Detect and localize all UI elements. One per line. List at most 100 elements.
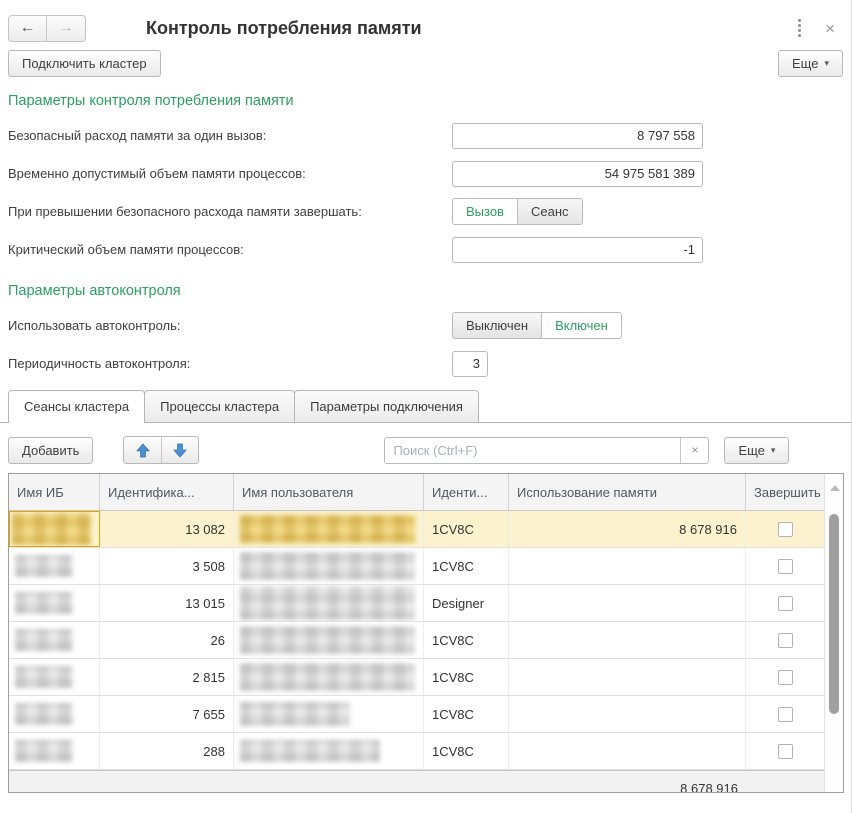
table-row[interactable]: 13 082 1CV8C 8 678 916 [9, 511, 825, 548]
title-bar: ← → Контроль потребления памяти × [0, 0, 851, 48]
memory-usage-cell [509, 585, 746, 621]
terminate-checkbox[interactable] [778, 744, 793, 759]
terminate-checkbox[interactable] [778, 670, 793, 685]
section-title-autocontrol: Параметры автоконтроля [0, 274, 851, 301]
tab-bar: Сеансы кластера Процессы кластера Параме… [0, 390, 851, 423]
terminate-toggle: Вызов Сеанс [452, 198, 583, 225]
redacted-user-name [240, 702, 350, 726]
session-id-cell: 7 655 [100, 696, 234, 732]
redacted-infobase-name [15, 703, 73, 725]
add-button[interactable]: Добавить [8, 437, 93, 464]
terminate-checkbox[interactable] [778, 596, 793, 611]
sessions-table: Имя ИБ Идентифика... Имя пользователя Ид… [8, 473, 844, 793]
col-header-infobase[interactable]: Имя ИБ [9, 474, 100, 510]
terminate-option-session[interactable]: Сеанс [517, 199, 582, 224]
connect-cluster-button[interactable]: Подключить кластер [8, 50, 161, 77]
autocontrol-option-on[interactable]: Включен [541, 313, 621, 338]
session-id-cell: 13 015 [100, 585, 234, 621]
scroll-up-icon[interactable] [830, 485, 840, 491]
tab-cluster-sessions[interactable]: Сеансы кластера [8, 390, 145, 423]
app-id-cell: 1CV8C [424, 696, 509, 732]
terminate-checkbox[interactable] [778, 707, 793, 722]
app-id-cell: 1CV8C [424, 511, 509, 547]
period-label: Периодичность автоконтроля: [8, 356, 452, 371]
search-input[interactable] [385, 438, 680, 463]
session-id-cell: 288 [100, 733, 234, 769]
redacted-infobase-name [15, 592, 73, 614]
redacted-user-name [240, 515, 415, 543]
arrow-up-icon [136, 443, 150, 458]
autocontrol-label: Использовать автоконтроль: [8, 318, 452, 333]
autocontrol-option-off[interactable]: Выключен [453, 313, 541, 338]
table-footer-row: 8 678 916 [9, 770, 825, 793]
col-header-session-id[interactable]: Идентифика... [100, 474, 234, 510]
redacted-infobase-name [15, 666, 73, 688]
move-down-button[interactable] [161, 437, 198, 463]
memory-usage-cell [509, 622, 746, 658]
table-row[interactable]: 7 655 1CV8C [9, 696, 825, 733]
app-id-cell: 1CV8C [424, 733, 509, 769]
col-header-user-name[interactable]: Имя пользователя [234, 474, 424, 510]
critical-input[interactable] [452, 237, 703, 263]
tab-cluster-processes[interactable]: Процессы кластера [144, 390, 295, 422]
redacted-user-name [240, 663, 415, 691]
session-id-cell: 2 815 [100, 659, 234, 695]
table-row[interactable]: 288 1CV8C [9, 733, 825, 770]
critical-label: Критический объем памяти процессов: [8, 242, 452, 257]
app-id-cell: 1CV8C [424, 548, 509, 584]
command-bar: Подключить кластер Еще▾ [0, 48, 851, 84]
redacted-infobase-name [15, 555, 73, 577]
redacted-user-name [240, 626, 415, 654]
app-id-cell: 1CV8C [424, 622, 509, 658]
chevron-down-icon: ▾ [771, 446, 776, 455]
redacted-infobase-name [12, 513, 91, 545]
redacted-user-name [240, 740, 380, 762]
move-up-button[interactable] [124, 437, 161, 463]
col-header-connection-id[interactable]: Иденти... [424, 474, 509, 510]
tab-connection-params[interactable]: Параметры подключения [294, 390, 479, 422]
window-more-icon[interactable] [796, 17, 803, 39]
col-header-memory-usage[interactable]: Использование памяти [509, 474, 746, 510]
search-box: × [384, 437, 709, 464]
temp-allowed-input[interactable] [452, 161, 703, 187]
chevron-down-icon: ▾ [824, 59, 829, 68]
forward-arrow-icon: → [58, 19, 74, 37]
memory-usage-cell [509, 696, 746, 732]
back-button[interactable]: ← [9, 16, 47, 41]
redacted-infobase-name [15, 629, 73, 651]
table-more-button[interactable]: Еще▾ [724, 437, 789, 464]
safe-call-label: Безопасный расход памяти за один вызов: [8, 128, 452, 143]
section-title-consumption: Параметры контроля потребления памяти [0, 84, 851, 111]
table-header-row: Имя ИБ Идентифика... Имя пользователя Ид… [9, 474, 825, 511]
memory-control-window: ← → Контроль потребления памяти × Подклю… [0, 0, 852, 813]
safe-call-input[interactable] [452, 123, 703, 149]
autocontrol-toggle: Выключен Включен [452, 312, 622, 339]
terminate-checkbox[interactable] [778, 522, 793, 537]
table-row[interactable]: 2 815 1CV8C [9, 659, 825, 696]
redacted-user-name [240, 586, 415, 620]
memory-usage-cell: 8 678 916 [509, 511, 746, 547]
form-more-button[interactable]: Еще▾ [778, 50, 843, 77]
temp-allowed-label: Временно допустимый объем памяти процесс… [8, 166, 452, 181]
session-id-cell: 13 082 [100, 511, 234, 547]
col-header-terminate[interactable]: Завершить [746, 474, 825, 510]
terminate-option-call[interactable]: Вызов [453, 199, 517, 224]
table-row[interactable]: 3 508 1CV8C [9, 548, 825, 585]
terminate-checkbox[interactable] [778, 559, 793, 574]
terminate-checkbox[interactable] [778, 633, 793, 648]
search-clear-icon[interactable]: × [680, 438, 708, 463]
session-id-cell: 3 508 [100, 548, 234, 584]
table-row[interactable]: 26 1CV8C [9, 622, 825, 659]
scrollbar-thumb[interactable] [829, 514, 839, 714]
back-arrow-icon: ← [20, 19, 36, 37]
close-icon[interactable]: × [825, 20, 835, 37]
redacted-user-name [240, 552, 415, 580]
terminate-label: При превышении безопасного расхода памят… [8, 204, 452, 219]
period-input[interactable] [452, 351, 488, 377]
app-id-cell: 1CV8C [424, 659, 509, 695]
forward-button[interactable]: → [47, 16, 85, 41]
redacted-infobase-name [15, 740, 73, 762]
table-row[interactable]: 13 015 Designer [9, 585, 825, 622]
table-toolbar: Добавить × Еще▾ [0, 423, 851, 473]
table-scrollbar[interactable] [824, 474, 843, 792]
